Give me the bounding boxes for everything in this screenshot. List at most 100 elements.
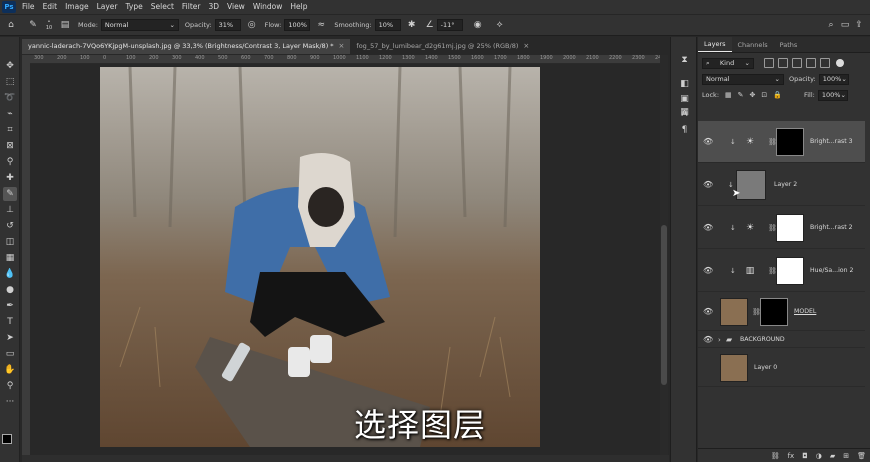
zoom-tool-icon[interactable]: ⚲: [3, 379, 17, 393]
layer-row-layer-0[interactable]: Layer 0: [698, 349, 865, 387]
frame-tool-icon[interactable]: ⊠: [3, 139, 17, 153]
move-tool-icon[interactable]: ✥: [3, 59, 17, 73]
paragraph-panel-icon[interactable]: ¶: [677, 123, 692, 137]
layer-mask-thumbnail[interactable]: [776, 127, 804, 156]
new-group-icon[interactable]: ▰: [830, 452, 835, 460]
type-tool-icon[interactable]: T: [3, 315, 17, 329]
brush-tool-preset-icon[interactable]: ✎: [26, 18, 40, 32]
blend-mode-select[interactable]: Normal ⌄: [702, 73, 784, 85]
layer-row-layer-2[interactable]: 👁 ↓ ➤ Layer 2: [698, 164, 865, 206]
tab-paths[interactable]: Paths: [774, 38, 804, 52]
layer-row-model[interactable]: 👁 ⛓ MODEL: [698, 293, 865, 331]
properties-panel-icon[interactable]: ▣: [677, 92, 692, 106]
pen-tool-icon[interactable]: ✒: [3, 299, 17, 313]
smoothing-settings-gear-icon[interactable]: ✱: [405, 18, 419, 32]
link-layers-icon[interactable]: ⛓: [771, 452, 780, 460]
layer-fill-field[interactable]: 100% ⌄: [817, 89, 848, 101]
mode-select[interactable]: Normal ⌄: [100, 19, 179, 31]
scrollbar-thumb[interactable]: [661, 225, 667, 385]
menu-3d[interactable]: 3D: [204, 0, 223, 14]
trash-icon[interactable]: 🗑: [857, 452, 866, 460]
marquee-tool-icon[interactable]: ⬚: [3, 75, 17, 89]
menu-layer[interactable]: Layer: [93, 0, 122, 14]
clone-stamp-tool-icon[interactable]: ⊥: [3, 203, 17, 217]
tab-layers[interactable]: Layers: [698, 37, 732, 52]
gradient-tool-icon[interactable]: ▦: [3, 251, 17, 265]
visibility-eye-icon[interactable]: 👁: [703, 137, 713, 146]
quick-select-tool-icon[interactable]: ⌁: [3, 107, 17, 121]
menu-image[interactable]: Image: [61, 0, 93, 14]
close-icon[interactable]: ×: [523, 39, 529, 54]
home-icon[interactable]: ⌂: [4, 18, 18, 32]
share-icon[interactable]: ⇪: [852, 18, 866, 32]
angle-field[interactable]: -11°: [436, 19, 463, 31]
layer-row-brightness-contrast-2[interactable]: 👁 ↓ ☀ ⛓ Bright...rast 2: [698, 207, 865, 249]
filter-adjustment-icon[interactable]: [778, 58, 788, 68]
menu-window[interactable]: Window: [249, 0, 287, 14]
menu-edit[interactable]: Edit: [39, 0, 62, 14]
vertical-scrollbar[interactable]: [660, 55, 668, 455]
adjustments-panel-icon[interactable]: ◧: [677, 77, 692, 91]
search-icon[interactable]: ⌕: [824, 18, 838, 32]
filter-smart-object-icon[interactable]: [820, 58, 830, 68]
visibility-eye-icon[interactable]: 👁: [703, 223, 713, 232]
brush-size-picker[interactable]: • 10: [40, 18, 58, 32]
tab-document-2[interactable]: fog_57_by_lumibear_d2g61mj.jpg @ 25% (RG…: [350, 39, 535, 54]
visibility-eye-icon[interactable]: 👁: [703, 335, 713, 344]
foreground-color-swatch[interactable]: [2, 434, 12, 444]
layer-thumbnail[interactable]: [720, 297, 748, 326]
layer-mask-thumbnail[interactable]: [776, 256, 804, 285]
menu-filter[interactable]: Filter: [178, 0, 205, 14]
menu-type[interactable]: Type: [122, 0, 147, 14]
layer-opacity-field[interactable]: 100% ⌄: [818, 73, 849, 85]
blur-tool-icon[interactable]: 💧: [3, 267, 17, 281]
workspace-icon[interactable]: ▭: [838, 18, 852, 32]
eyedropper-tool-icon[interactable]: ⚲: [3, 155, 17, 169]
chevron-right-icon[interactable]: ›: [718, 336, 721, 344]
filter-pixel-icon[interactable]: [764, 58, 774, 68]
visibility-eye-icon[interactable]: 👁: [703, 180, 713, 189]
filter-type-icon[interactable]: [792, 58, 802, 68]
flow-field[interactable]: 100%: [284, 19, 311, 31]
layer-row-brightness-contrast-3[interactable]: 👁 ↓ ☀ ⛓ Bright...rast 3: [698, 121, 865, 163]
layer-mask-thumbnail[interactable]: [760, 297, 788, 326]
history-brush-tool-icon[interactable]: ↺: [3, 219, 17, 233]
path-selection-tool-icon[interactable]: ➤: [3, 331, 17, 345]
layer-thumbnail[interactable]: [720, 353, 748, 382]
menu-help[interactable]: Help: [286, 0, 311, 14]
more-tools-icon[interactable]: ···: [3, 395, 17, 409]
lock-image-icon[interactable]: ✎: [738, 91, 744, 99]
crop-tool-icon[interactable]: ⌗: [3, 123, 17, 137]
tab-channels[interactable]: Channels: [732, 38, 774, 52]
lock-artboard-icon[interactable]: ⊡: [761, 91, 767, 99]
close-icon[interactable]: ×: [339, 39, 345, 54]
lock-position-icon[interactable]: ✥: [750, 91, 756, 99]
layer-thumbnail[interactable]: [736, 169, 766, 200]
filter-toggle-icon[interactable]: [836, 59, 844, 67]
menu-file[interactable]: File: [18, 0, 39, 14]
new-adjustment-icon[interactable]: ◑: [816, 452, 822, 460]
history-panel-icon[interactable]: ⧗: [677, 53, 692, 67]
visibility-eye-icon[interactable]: 👁: [703, 266, 713, 275]
layer-filter-select[interactable]: ⌕ Kind ⌄: [702, 57, 754, 69]
tab-document-1[interactable]: yannic-laderach-7VQo6YKjpgM-unsplash.jpg…: [22, 39, 351, 54]
layer-mask-thumbnail[interactable]: [776, 213, 804, 242]
add-mask-icon[interactable]: ◘: [802, 452, 808, 460]
filter-shape-icon[interactable]: [806, 58, 816, 68]
dodge-tool-icon[interactable]: ●: [3, 283, 17, 297]
document-photo[interactable]: [100, 67, 540, 447]
layer-style-fx-icon[interactable]: fx: [788, 452, 795, 460]
healing-brush-tool-icon[interactable]: ✚: [3, 171, 17, 185]
smoothing-field[interactable]: 10%: [374, 19, 401, 31]
pressure-opacity-icon[interactable]: ◎: [245, 18, 259, 32]
rectangle-tool-icon[interactable]: ▭: [3, 347, 17, 361]
brush-settings-icon[interactable]: ▤: [58, 18, 72, 32]
pressure-size-icon[interactable]: ◉: [471, 18, 485, 32]
opacity-field[interactable]: 31%: [214, 19, 241, 31]
type-panel-icon[interactable]: A: [677, 107, 692, 121]
eraser-tool-icon[interactable]: ◫: [3, 235, 17, 249]
lock-transparent-icon[interactable]: ▦: [725, 91, 732, 99]
airbrush-icon[interactable]: ≈: [314, 18, 328, 32]
menu-select[interactable]: Select: [147, 0, 178, 14]
layer-group-background[interactable]: 👁 › ▰ BACKGROUND: [698, 332, 865, 348]
